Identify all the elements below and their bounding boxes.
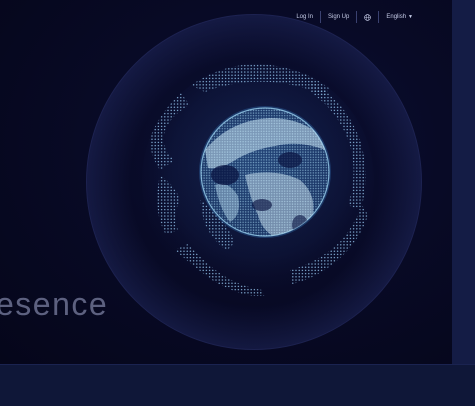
top-navigation: Log In Sign Up English ▼ xyxy=(289,10,420,24)
page-scrollbar[interactable] xyxy=(452,0,475,364)
page: Log In Sign Up English ▼ esence xyxy=(0,0,475,406)
hero-headline: esence xyxy=(0,286,109,322)
hero-section: Log In Sign Up English ▼ esence xyxy=(0,0,452,364)
caret-down-icon: ▼ xyxy=(408,14,413,20)
language-selector[interactable]: English ▼ xyxy=(379,11,420,23)
signup-link[interactable]: Sign Up xyxy=(321,11,356,23)
login-link[interactable]: Log In xyxy=(289,11,320,23)
globe-icon xyxy=(364,13,372,21)
language-label: English xyxy=(386,14,407,20)
language-globe-button[interactable] xyxy=(357,11,378,23)
footer-band xyxy=(0,364,475,406)
